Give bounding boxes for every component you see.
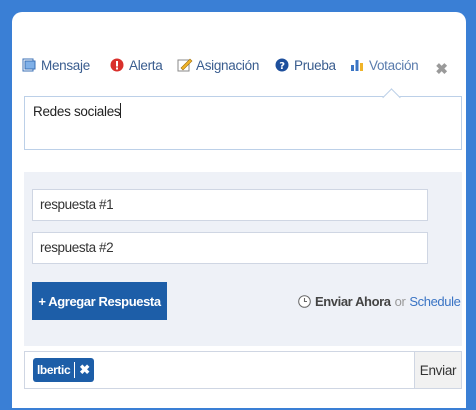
tab-label: Asignación (196, 57, 260, 73)
close-icon[interactable]: ✖ (435, 60, 448, 78)
answer-input-1[interactable]: respuesta #1 (32, 189, 428, 221)
send-options: Enviar Ahora or Schedule (298, 294, 461, 309)
answer-input-2[interactable]: respuesta #2 (32, 232, 428, 264)
send-now-link[interactable]: Enviar Ahora (315, 294, 391, 309)
tab-mensaje[interactable]: Mensaje (22, 54, 90, 76)
alert-icon (110, 58, 124, 72)
send-button[interactable]: Enviar (414, 352, 461, 388)
tag-divider (74, 362, 76, 378)
tab-label: Alerta (129, 57, 163, 73)
svg-text:?: ? (279, 61, 285, 72)
recipient-tag: lbertic ✖ (33, 358, 94, 382)
message-icon (22, 58, 36, 72)
clock-icon (298, 295, 311, 308)
tab-votacion[interactable]: Votación (350, 54, 419, 76)
poll-composer: Mensaje Alerta Asignación ? Prueba Votac… (12, 12, 466, 408)
tab-alerta[interactable]: Alerta (110, 54, 163, 76)
quiz-icon: ? (275, 58, 289, 72)
tab-prueba[interactable]: ? Prueba (275, 54, 336, 76)
answers-panel: respuesta #1 respuesta #2 + Agregar Resp… (24, 172, 462, 346)
add-answer-button[interactable]: + Agregar Respuesta (32, 282, 167, 320)
recipient-tag-label: lbertic (37, 363, 71, 377)
tab-label: Prueba (294, 57, 336, 73)
remove-tag-icon[interactable]: ✖ (79, 362, 90, 378)
tab-label: Mensaje (41, 57, 90, 73)
assignment-icon (177, 58, 193, 72)
text-cursor (120, 103, 122, 118)
poll-question-input[interactable]: Redes sociales (24, 96, 462, 150)
question-text: Redes sociales (33, 104, 121, 119)
schedule-link[interactable]: Schedule (409, 294, 460, 309)
tab-asignacion[interactable]: Asignación (177, 54, 259, 76)
composer-tabs: Mensaje Alerta Asignación ? Prueba Votac… (12, 44, 466, 80)
recipient-bar: lbertic ✖ Enviar (24, 351, 462, 389)
or-text: or (394, 294, 406, 309)
tab-label: Votación (369, 57, 419, 73)
poll-icon (350, 58, 364, 72)
